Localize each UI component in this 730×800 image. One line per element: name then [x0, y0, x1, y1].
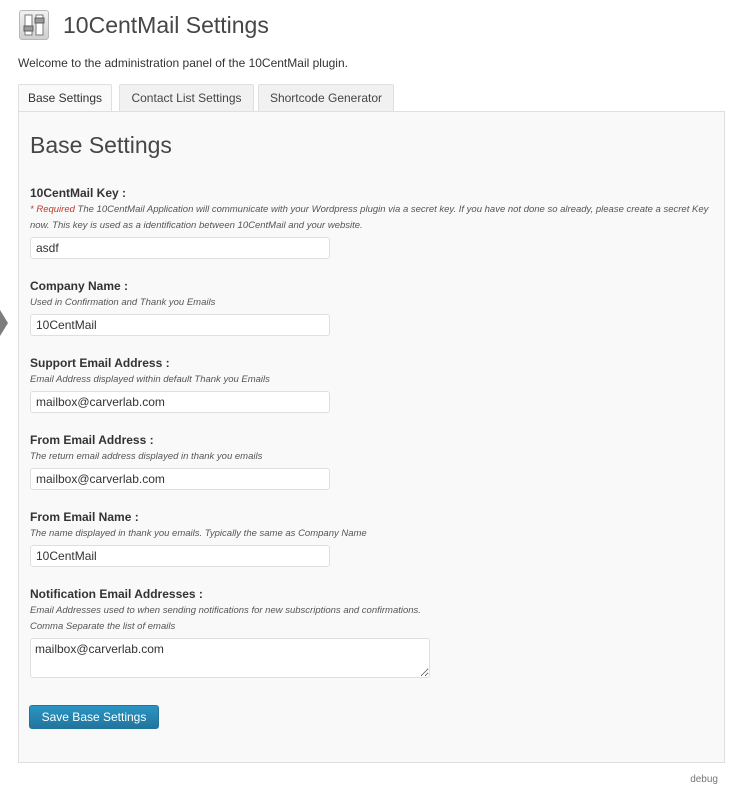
field-company-name: Company Name : Used in Confirmation and … — [30, 279, 710, 336]
field-label: 10CentMail Key : — [30, 186, 127, 200]
panel-heading: Base Settings — [30, 132, 172, 158]
company-name-input[interactable] — [30, 314, 330, 336]
field-description-secondary: Comma Separate the list of emails — [30, 621, 176, 632]
field-description: Email Addresses used to when sending not… — [30, 605, 421, 616]
field-label: From Email Address : — [30, 433, 154, 447]
field-label: Company Name : — [30, 279, 129, 293]
field-label: From Email Name : — [30, 510, 139, 524]
field-notification-emails: Notification Email Addresses : Email Add… — [30, 587, 710, 678]
support-email-input[interactable] — [30, 391, 330, 413]
field-description-text: The 10CentMail Application will communic… — [30, 204, 709, 231]
field-description: Used in Confirmation and Thank you Email… — [30, 297, 216, 308]
settings-panel: Base Settings 10CentMail Key : * Require… — [18, 111, 725, 763]
required-marker: * Required — [30, 204, 75, 215]
field-description: The return email address displayed in th… — [30, 451, 263, 462]
notification-emails-textarea[interactable]: mailbox@carverlab.com — [30, 638, 430, 678]
field-label: Notification Email Addresses : — [30, 587, 203, 601]
debug-link[interactable]: debug — [690, 774, 718, 785]
field-label: Support Email Address : — [30, 356, 170, 370]
tab-base-settings[interactable]: Base Settings — [18, 84, 112, 112]
field-description: * Required The 10CentMail Application wi… — [30, 202, 710, 234]
field-from-name: From Email Name : The name displayed in … — [30, 510, 710, 567]
save-base-settings-button[interactable]: Save Base Settings — [29, 705, 159, 729]
field-key: 10CentMail Key : * Required The 10CentMa… — [30, 186, 710, 259]
field-from-email: From Email Address : The return email ad… — [30, 433, 710, 490]
plugin-settings-icon — [19, 10, 49, 40]
collapsed-menu-arrow-icon[interactable] — [0, 310, 8, 336]
from-email-input[interactable] — [30, 468, 330, 490]
welcome-text: Welcome to the administration panel of t… — [18, 56, 348, 70]
field-description: Email Address displayed within default T… — [30, 374, 270, 385]
page-title: 10CentMail Settings — [63, 12, 269, 38]
tab-shortcode-generator[interactable]: Shortcode Generator — [258, 84, 394, 111]
tab-contact-list-settings[interactable]: Contact List Settings — [119, 84, 254, 111]
key-input[interactable] — [30, 237, 330, 259]
field-description: The name displayed in thank you emails. … — [30, 528, 367, 539]
from-name-input[interactable] — [30, 545, 330, 567]
field-support-email: Support Email Address : Email Address di… — [30, 356, 710, 413]
